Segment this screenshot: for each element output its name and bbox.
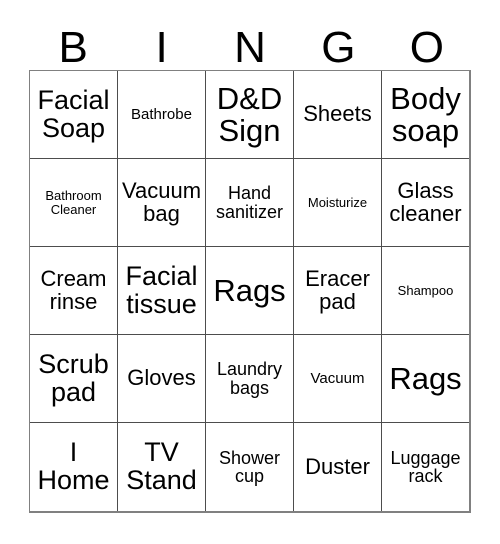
bingo-cell-label: Scrub pad (38, 348, 109, 407)
bingo-cell-label: Rags (389, 360, 462, 396)
bingo-cell[interactable]: Shower cup (206, 423, 294, 511)
bingo-header-i: I (117, 18, 205, 70)
bingo-cell-label: Bathroom Cleaner (45, 188, 102, 217)
bingo-cell-label: Luggage rack (390, 447, 461, 486)
bingo-cell-label: Laundry bags (216, 359, 283, 398)
bingo-cell[interactable]: D&D Sign (206, 71, 294, 159)
bingo-cell[interactable]: Vacuum (294, 335, 382, 423)
bingo-cell-label: I Home (37, 437, 110, 495)
bingo-cell-label: Glass cleaner (389, 178, 462, 226)
bingo-cell[interactable]: Laundry bags (206, 335, 294, 423)
bingo-cell-label: Vacuum bag (121, 178, 202, 226)
bingo-row: Scrub pad Gloves Laundry bags Vacuum Rag… (30, 335, 469, 423)
bingo-cell[interactable]: Rags (206, 247, 294, 335)
bingo-row: Cream rinse Facial tissue Rags Eracer pa… (30, 247, 469, 335)
bingo-cell[interactable]: Duster (294, 423, 382, 511)
bingo-row: Bathroom Cleaner Vacuum bag Hand sanitiz… (30, 159, 469, 247)
bingo-cell-label: Facial tissue (125, 260, 198, 319)
bingo-cell[interactable]: Luggage rack (382, 423, 469, 511)
bingo-cell[interactable]: Bathrobe (118, 71, 206, 159)
bingo-cell[interactable]: Vacuum bag (118, 159, 206, 247)
bingo-cell[interactable]: Scrub pad (30, 335, 118, 423)
bingo-cell[interactable]: Hand sanitizer (206, 159, 294, 247)
bingo-cell[interactable]: Rags (382, 335, 469, 423)
bingo-cell-label: Gloves (127, 365, 196, 391)
bingo-cell[interactable]: I Home (30, 423, 118, 511)
bingo-header-o: O (383, 18, 471, 70)
bingo-cell-label: Rags (213, 272, 286, 308)
bingo-cell-label: D&D Sign (216, 80, 283, 148)
bingo-cell[interactable]: Bathroom Cleaner (30, 159, 118, 247)
bingo-cell-label: Shower cup (218, 447, 281, 486)
bingo-cell-label: Vacuum (310, 369, 365, 387)
bingo-cell-label: Sheets (303, 101, 372, 127)
bingo-cell-label: Body soap (390, 80, 461, 148)
bingo-cell-label: TV Stand (126, 437, 197, 495)
bingo-cell[interactable]: TV Stand (118, 423, 206, 511)
bingo-header-b: B (29, 18, 117, 70)
bingo-header-letter: N (234, 23, 266, 72)
bingo-header-g: G (294, 18, 382, 70)
bingo-cell-label: Moisturize (307, 194, 368, 210)
bingo-cell[interactable]: Facial Soap (30, 71, 118, 159)
bingo-cell[interactable]: Body soap (382, 71, 469, 159)
bingo-cell[interactable]: Eracer pad (294, 247, 382, 335)
bingo-cell-label: Eracer pad (305, 266, 370, 314)
bingo-cell[interactable]: Cream rinse (30, 247, 118, 335)
bingo-header-letter: O (409, 23, 444, 72)
bingo-cell-label: Cream rinse (40, 266, 107, 314)
bingo-row: Facial Soap Bathrobe D&D Sign Sheets Bod… (30, 71, 469, 159)
bingo-header-row: B I N G O (29, 18, 471, 70)
bingo-cell[interactable]: Glass cleaner (382, 159, 469, 247)
bingo-cell-label: Facial Soap (37, 84, 110, 143)
bingo-cell[interactable]: Sheets (294, 71, 382, 159)
bingo-cell[interactable]: Moisturize (294, 159, 382, 247)
bingo-row: I Home TV Stand Shower cup Duster Luggag… (30, 423, 469, 511)
bingo-header-letter: G (321, 23, 356, 72)
bingo-cell-label: Duster (305, 453, 370, 479)
bingo-cell-label: Shampoo (397, 282, 454, 298)
bingo-cell[interactable]: Facial tissue (118, 247, 206, 335)
bingo-cell-label: Bathrobe (131, 105, 192, 123)
bingo-cell[interactable]: Gloves (118, 335, 206, 423)
bingo-header-letter: B (58, 23, 88, 72)
bingo-header-letter: I (155, 23, 168, 72)
bingo-cell-label: Hand sanitizer (215, 183, 284, 222)
bingo-grid: Facial Soap Bathrobe D&D Sign Sheets Bod… (29, 70, 471, 513)
bingo-cell[interactable]: Shampoo (382, 247, 469, 335)
bingo-card: B I N G O Facial Soap Bathrobe D&D Sign (0, 0, 500, 544)
bingo-header-n: N (206, 18, 294, 70)
